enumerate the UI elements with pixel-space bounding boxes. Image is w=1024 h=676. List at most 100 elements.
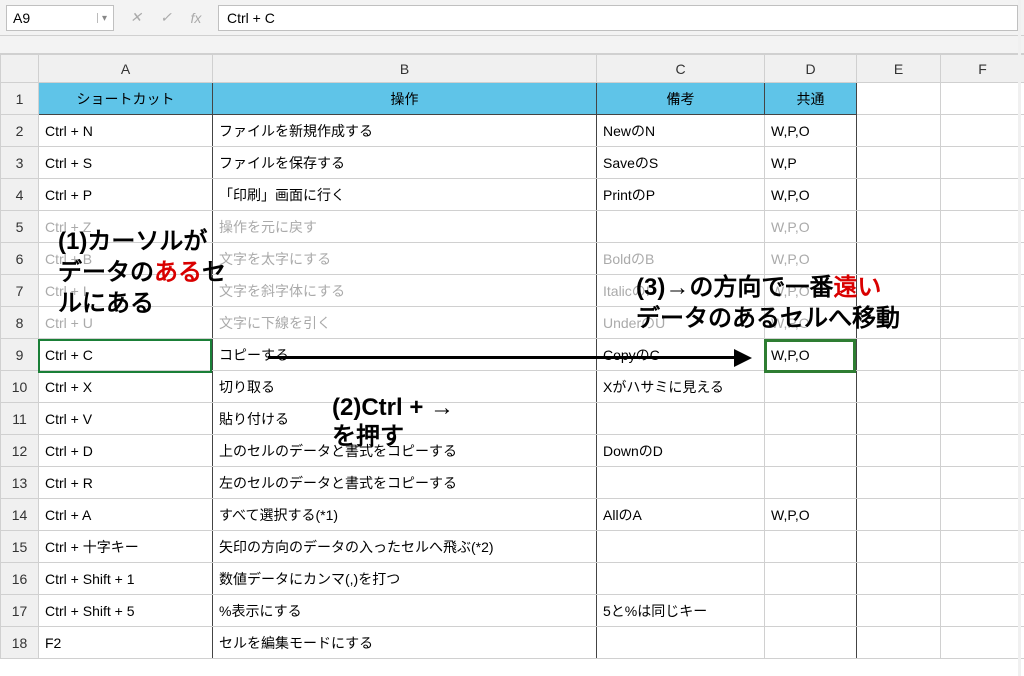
cell[interactable]: AllのA: [597, 499, 765, 531]
cell[interactable]: W,P,O: [765, 275, 857, 307]
cell[interactable]: BoldのB: [597, 243, 765, 275]
cell[interactable]: 貼り付ける: [213, 403, 597, 435]
col-header-F[interactable]: F: [941, 55, 1024, 83]
cell[interactable]: [597, 627, 765, 659]
cell[interactable]: [857, 627, 941, 659]
cell[interactable]: [857, 243, 941, 275]
cell[interactable]: Ctrl + 十字キー: [39, 531, 213, 563]
cell[interactable]: F2: [39, 627, 213, 659]
cell[interactable]: [857, 531, 941, 563]
fx-icon[interactable]: fx: [188, 10, 204, 26]
row-header[interactable]: 9: [1, 339, 39, 371]
row-header[interactable]: 16: [1, 563, 39, 595]
cell[interactable]: [941, 83, 1024, 115]
row-header[interactable]: 18: [1, 627, 39, 659]
cell[interactable]: W,P,O: [765, 179, 857, 211]
cell[interactable]: 数値データにカンマ(,)を打つ: [213, 563, 597, 595]
cell[interactable]: Ctrl + Z: [39, 211, 213, 243]
cell[interactable]: [857, 179, 941, 211]
cell[interactable]: [597, 403, 765, 435]
cell[interactable]: [941, 499, 1024, 531]
cell[interactable]: 備考: [597, 83, 765, 115]
row-header[interactable]: 7: [1, 275, 39, 307]
row-header[interactable]: 10: [1, 371, 39, 403]
cell[interactable]: W,P,O: [765, 115, 857, 147]
cell[interactable]: Ctrl + Shift + 1: [39, 563, 213, 595]
cell[interactable]: [941, 179, 1024, 211]
cell[interactable]: [941, 467, 1024, 499]
cell[interactable]: 5と%は同じキー: [597, 595, 765, 627]
cell[interactable]: 文字を太字にする: [213, 243, 597, 275]
cell[interactable]: Xがハサミに見える: [597, 371, 765, 403]
cancel-icon[interactable]: ✕: [128, 9, 144, 26]
cell[interactable]: [857, 371, 941, 403]
cell[interactable]: [941, 275, 1024, 307]
cell[interactable]: [857, 147, 941, 179]
cell[interactable]: DownのD: [597, 435, 765, 467]
cell[interactable]: [941, 531, 1024, 563]
cell[interactable]: Ctrl + Shift + 5: [39, 595, 213, 627]
cell[interactable]: W,P: [765, 147, 857, 179]
cell[interactable]: [941, 403, 1024, 435]
row-header[interactable]: 15: [1, 531, 39, 563]
cell[interactable]: 共通: [765, 83, 857, 115]
cell[interactable]: W,P,O: [765, 211, 857, 243]
cell[interactable]: W,P,O: [765, 243, 857, 275]
cell[interactable]: [857, 339, 941, 371]
cell[interactable]: すべて選択する(*1): [213, 499, 597, 531]
cell[interactable]: W,P,O: [765, 499, 857, 531]
cell[interactable]: SaveのS: [597, 147, 765, 179]
cell[interactable]: W,P,O: [765, 339, 857, 371]
cell[interactable]: [765, 595, 857, 627]
row-header[interactable]: 1: [1, 83, 39, 115]
cell[interactable]: 「印刷」画面に行く: [213, 179, 597, 211]
select-all-corner[interactable]: [1, 55, 39, 83]
cell[interactable]: ファイルを新規作成する: [213, 115, 597, 147]
cell[interactable]: [597, 467, 765, 499]
cell[interactable]: [765, 371, 857, 403]
enter-icon[interactable]: ✓: [158, 9, 174, 26]
cell[interactable]: ショートカット: [39, 83, 213, 115]
cell[interactable]: [941, 307, 1024, 339]
row-header[interactable]: 14: [1, 499, 39, 531]
cell[interactable]: 切り取る: [213, 371, 597, 403]
cell[interactable]: Ctrl + D: [39, 435, 213, 467]
cell[interactable]: 操作を元に戻す: [213, 211, 597, 243]
row-header[interactable]: 12: [1, 435, 39, 467]
chevron-down-icon[interactable]: ▾: [97, 13, 107, 23]
cell[interactable]: [857, 563, 941, 595]
cell[interactable]: [941, 243, 1024, 275]
cell[interactable]: Ctrl + B: [39, 243, 213, 275]
row-header[interactable]: 5: [1, 211, 39, 243]
cell[interactable]: [857, 115, 941, 147]
cell[interactable]: [597, 563, 765, 595]
cell[interactable]: [941, 371, 1024, 403]
cell[interactable]: Ctrl + S: [39, 147, 213, 179]
cell[interactable]: Ctrl + A: [39, 499, 213, 531]
cell[interactable]: [765, 435, 857, 467]
row-header[interactable]: 2: [1, 115, 39, 147]
col-header-B[interactable]: B: [213, 55, 597, 83]
col-header-E[interactable]: E: [857, 55, 941, 83]
scrollbar[interactable]: [1018, 0, 1021, 676]
cell[interactable]: [765, 467, 857, 499]
cell[interactable]: PrintのP: [597, 179, 765, 211]
cell[interactable]: W,P,O: [765, 307, 857, 339]
cell[interactable]: ファイルを保存する: [213, 147, 597, 179]
cell[interactable]: 操作: [213, 83, 597, 115]
cell[interactable]: [857, 83, 941, 115]
cell[interactable]: 左のセルのデータと書式をコピーする: [213, 467, 597, 499]
cell[interactable]: Ctrl + P: [39, 179, 213, 211]
cell[interactable]: セルを編集モードにする: [213, 627, 597, 659]
row-header[interactable]: 4: [1, 179, 39, 211]
cell[interactable]: コピーする: [213, 339, 597, 371]
col-header-D[interactable]: D: [765, 55, 857, 83]
row-header[interactable]: 6: [1, 243, 39, 275]
cell[interactable]: [597, 531, 765, 563]
cell[interactable]: [765, 403, 857, 435]
cell[interactable]: [857, 211, 941, 243]
col-header-C[interactable]: C: [597, 55, 765, 83]
cell[interactable]: [941, 563, 1024, 595]
cell[interactable]: 上のセルのデータと書式をコピーする: [213, 435, 597, 467]
cell[interactable]: [765, 627, 857, 659]
